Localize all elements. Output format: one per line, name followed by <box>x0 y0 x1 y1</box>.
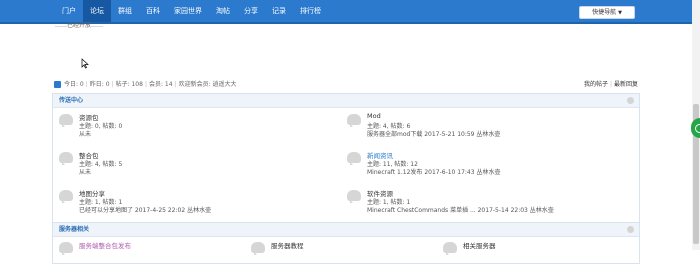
quick-nav-button[interactable]: 快捷导航 ▼ <box>579 6 635 19</box>
forum-name[interactable]: 服务器教程 <box>271 240 304 250</box>
forum-name[interactable]: Mod <box>367 112 381 120</box>
forum-bubble-icon <box>347 114 361 127</box>
stat-posts: 帖子: 108 <box>115 81 143 88</box>
forum-section-server: 服务器相关 服务端整合包发布 服务器教程 相关服务器 <box>52 222 640 264</box>
side-float-button[interactable] <box>691 118 700 138</box>
stat-members: 会员: 14 <box>148 81 173 88</box>
forum-bubble-icon <box>347 190 361 203</box>
collapse-icon[interactable] <box>627 97 634 104</box>
nav-item-home-world[interactable]: 家园世界 <box>167 0 209 22</box>
forum-name[interactable]: 相关服务器 <box>463 240 496 250</box>
section-header: 传送中心 <box>53 94 639 108</box>
forum-name[interactable]: 服务端整合包发布 <box>79 240 131 250</box>
forum-bubble-icon <box>251 242 265 255</box>
forum-last-post[interactable]: 服务器全部mod下载 2017-5-21 10:59 丛林水壶 <box>367 129 500 138</box>
stat-today: 今日: 0 <box>64 81 84 88</box>
forum-bubble-icon <box>59 190 73 203</box>
latest-replies-link[interactable]: 最新回复 <box>614 81 638 88</box>
main-nav: 门户 论坛 群组 百科 家园世界 淘帖 分享 记录 排行榜 <box>55 0 328 22</box>
forum-bubble-icon <box>59 242 73 255</box>
mouse-cursor-icon <box>81 58 89 69</box>
forum-bubble-icon <box>443 242 457 255</box>
notice-text: ……已经开放…… <box>55 22 104 29</box>
forum-stats: 今日: 0 | 昨日: 0 | 帖子: 108 | 会员: 14 | 欢迎新会员: 逍遥大大 <box>64 81 237 88</box>
forum-bubble-icon <box>59 152 73 165</box>
section-title[interactable]: 服务器相关 <box>59 223 89 236</box>
forum-last-post: 从未 <box>79 169 92 176</box>
chevron-down-icon: ▼ <box>618 10 622 16</box>
stat-yesterday: 昨日: 0 <box>89 81 110 88</box>
nav-item-records[interactable]: 记录 <box>265 0 293 22</box>
nav-item-portal[interactable]: 门户 <box>55 0 83 22</box>
section-title[interactable]: 传送中心 <box>59 94 83 107</box>
nav-item-wiki[interactable]: 百科 <box>139 0 167 22</box>
stats-links: 我的帖子 | 最新回复 <box>583 81 638 88</box>
collapse-icon[interactable] <box>627 226 634 233</box>
quick-nav-label: 快捷导航 <box>592 9 617 16</box>
forum-last-post[interactable]: 已经可以分享地图了 2017-4-25 22:02 丛林水壶 <box>79 205 211 214</box>
chart-icon <box>54 81 61 88</box>
forum-last-post[interactable]: Minecraft 1.12发布 2017-6-10 17:43 丛林水壶 <box>367 167 500 176</box>
section-header: 服务器相关 <box>53 223 639 237</box>
forum-last-post: 从未 <box>79 131 92 138</box>
forum-bubble-icon <box>347 152 361 165</box>
top-nav-bar: 门户 论坛 群组 百科 家园世界 淘帖 分享 记录 排行榜 快捷导航 ▼ <box>0 0 700 24</box>
circle-icon <box>695 124 700 133</box>
nav-item-collections[interactable]: 淘帖 <box>209 0 237 22</box>
nav-item-groups[interactable]: 群组 <box>111 0 139 22</box>
nav-item-forum[interactable]: 论坛 <box>83 0 111 22</box>
my-posts-link[interactable]: 我的帖子 <box>584 81 608 88</box>
stat-welcome-member[interactable]: 欢迎新会员: 逍遥大大 <box>179 81 237 88</box>
forum-last-post[interactable]: Minecraft ChestCommands 菜单插 ... 2017-5-1… <box>367 205 554 214</box>
nav-item-ranking[interactable]: 排行榜 <box>293 0 328 22</box>
nav-item-share[interactable]: 分享 <box>237 0 265 22</box>
forum-section-transfer-center: 传送中心 资源包 主题: 0, 帖数: 0 从未 Mod 主题: 4, 帖数: … <box>52 93 640 223</box>
forum-stats-bar: 今日: 0 | 昨日: 0 | 帖子: 108 | 会员: 14 | 欢迎新会员: 逍遥大大 我… <box>52 79 638 91</box>
forum-bubble-icon <box>59 114 73 127</box>
